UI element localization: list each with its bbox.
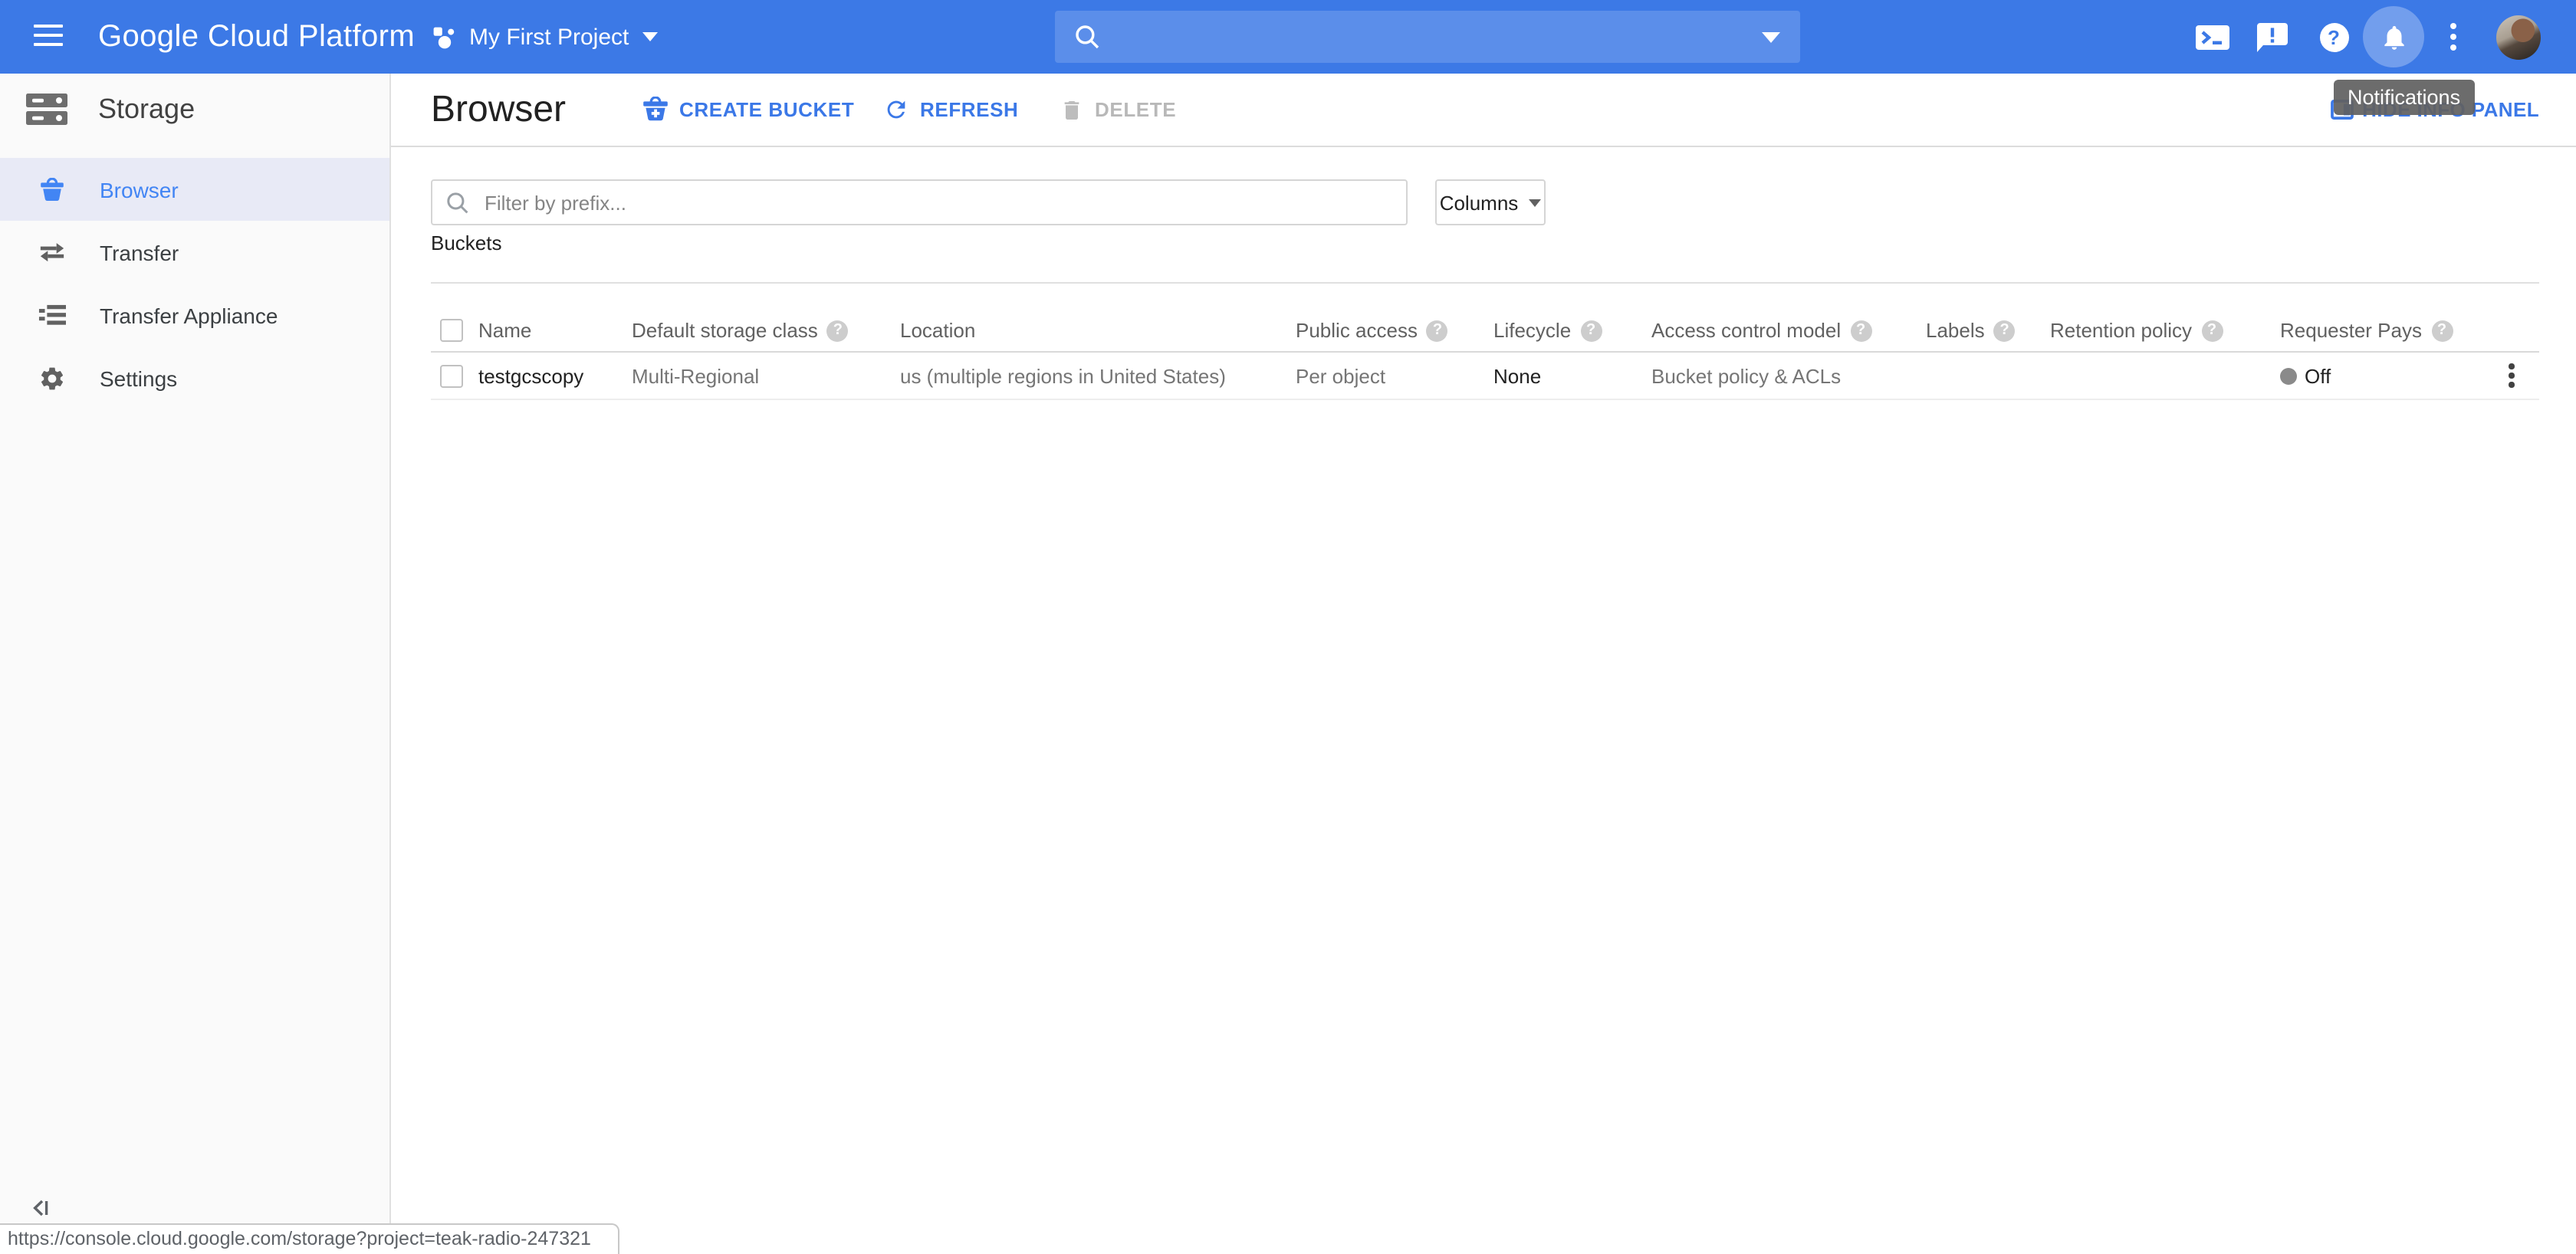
table-header-row: Name Default storage class? Location Pub… [431, 282, 2539, 353]
cell-storage-class: Multi-Regional [632, 364, 900, 387]
sidebar-item-settings[interactable]: Settings [0, 346, 389, 409]
cloud-shell-icon[interactable] [2196, 0, 2229, 74]
sidebar-item-label: Settings [100, 366, 177, 390]
search-bar[interactable] [1055, 11, 1800, 63]
search-dropdown-icon[interactable] [1762, 31, 1780, 42]
row-menu-icon[interactable] [2502, 357, 2520, 394]
project-selector[interactable]: My First Project [432, 0, 658, 74]
more-options-icon[interactable] [2446, 0, 2461, 74]
trash-icon [1060, 97, 1084, 122]
chevron-down-icon [642, 32, 658, 41]
notifications-bell-icon[interactable] [2363, 6, 2424, 67]
refresh-icon [883, 97, 909, 123]
help-icon[interactable]: ? [2318, 0, 2349, 74]
help-icon[interactable]: ? [1427, 320, 1448, 341]
avatar[interactable] [2496, 15, 2541, 60]
create-bucket-icon [642, 97, 669, 123]
sidebar-item-browser[interactable]: Browser [0, 158, 389, 221]
filter-input[interactable] [481, 189, 1392, 215]
bucket-name-link[interactable]: testgcscopy [478, 364, 632, 387]
table-row[interactable]: testgcscopy Multi-Regional us (multiple … [431, 353, 2539, 400]
help-icon[interactable]: ? [827, 320, 849, 341]
cell-public-access: Per object [1296, 364, 1493, 387]
product-logo[interactable]: Google Cloud Platform [98, 0, 415, 74]
help-icon[interactable]: ? [1994, 320, 2016, 341]
gear-icon [38, 364, 66, 392]
buckets-table: Name Default storage class? Location Pub… [431, 282, 2539, 400]
transfer-appliance-icon [38, 304, 66, 327]
sidebar-item-label: Transfer Appliance [100, 303, 278, 327]
select-all-checkbox[interactable] [440, 319, 463, 342]
storage-product-icon [26, 94, 67, 126]
notifications-tooltip: Notifications [2334, 80, 2474, 115]
search-icon [1075, 25, 1099, 49]
menu-icon[interactable] [34, 25, 63, 48]
delete-button[interactable]: DELETE [1060, 74, 1176, 146]
filter-field[interactable] [431, 179, 1408, 225]
project-icon [432, 25, 455, 48]
sidebar: Storage Browser [0, 74, 391, 1254]
buckets-section-label: Buckets [431, 231, 502, 254]
top-bar: Google Cloud Platform My First Project [0, 0, 2576, 74]
status-bar-url: https://console.cloud.google.com/storage… [0, 1223, 619, 1254]
page-title: Browser [431, 74, 566, 146]
transfer-arrows-icon [38, 241, 66, 264]
cell-lifecycle: None [1493, 364, 1651, 387]
feedback-icon[interactable] [2257, 0, 2288, 74]
help-icon[interactable]: ? [1850, 320, 1871, 341]
cell-location: us (multiple regions in United States) [900, 364, 1296, 387]
sidebar-item-label: Transfer [100, 240, 179, 264]
help-icon[interactable]: ? [2431, 320, 2453, 341]
sidebar-item-transfer-appliance[interactable]: Transfer Appliance [0, 284, 389, 346]
bucket-icon [38, 177, 66, 202]
help-icon[interactable]: ? [2201, 320, 2223, 341]
collapse-sidebar-icon[interactable] [29, 1197, 51, 1226]
row-checkbox[interactable] [440, 364, 463, 387]
sidebar-header: Storage [0, 74, 389, 146]
sidebar-item-label: Browser [100, 177, 179, 202]
sidebar-item-transfer[interactable]: Transfer [0, 221, 389, 284]
sidebar-title: Storage [98, 94, 195, 126]
cell-access-control: Bucket policy & ACLs [1651, 364, 1926, 387]
columns-button[interactable]: Columns [1435, 179, 1546, 225]
refresh-button[interactable]: REFRESH [883, 74, 1018, 146]
columns-caret-icon [1529, 199, 1541, 206]
filter-search-icon [446, 191, 469, 214]
project-name: My First Project [469, 24, 629, 50]
gcp-console: Google Cloud Platform My First Project [0, 0, 2576, 1254]
create-bucket-button[interactable]: CREATE BUCKET [642, 74, 854, 146]
cell-requester-pays: Off [2280, 364, 2484, 387]
help-icon[interactable]: ? [1580, 320, 1602, 341]
sidebar-nav: Browser Transfer [0, 158, 389, 409]
status-dot [2280, 367, 2297, 384]
